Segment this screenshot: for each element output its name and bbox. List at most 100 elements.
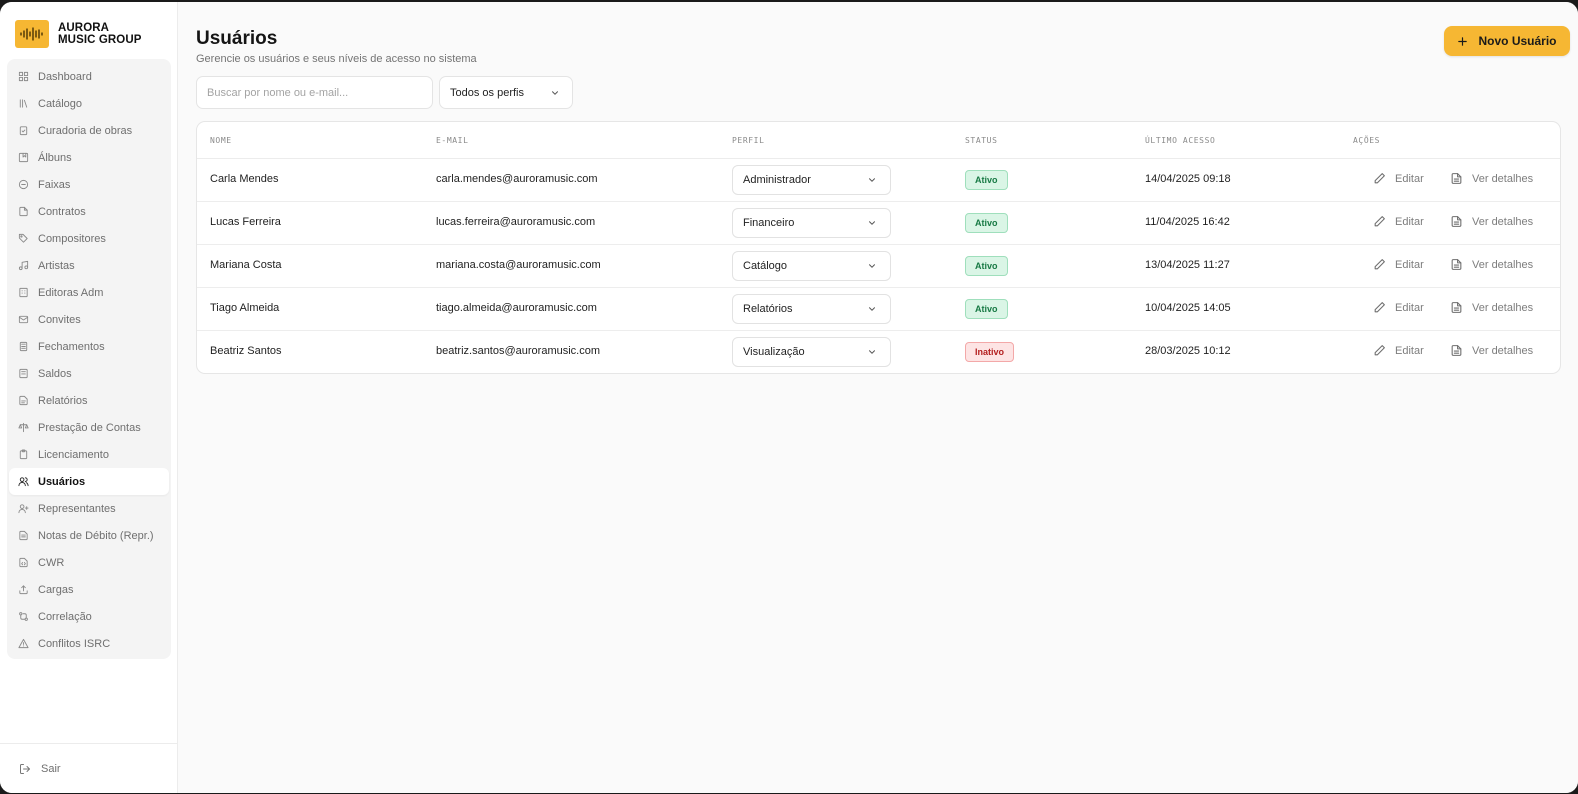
view-details-button[interactable]: Ver detalhes — [1450, 215, 1533, 228]
sidebar-item-albuns[interactable]: Álbuns — [7, 144, 171, 171]
document-icon — [1451, 173, 1462, 184]
sidebar-item-licenciamento[interactable]: Licenciamento — [7, 441, 171, 468]
logout-button[interactable]: Sair — [0, 743, 177, 793]
table-row: Lucas Ferreira lucas.ferreira@auroramusic… — [197, 202, 1560, 245]
last-access: 11/04/2025 16:42 — [1145, 216, 1230, 228]
sidebar-item-cargas[interactable]: Cargas — [7, 576, 171, 603]
edit-label: Editar — [1395, 301, 1424, 314]
last-access: 14/04/2025 09:18 — [1145, 173, 1231, 185]
user-name: Mariana Costa — [210, 259, 282, 271]
disc-icon — [18, 179, 29, 190]
view-details-button[interactable]: Ver detalhes — [1450, 172, 1533, 185]
music-note-icon — [18, 260, 29, 271]
sidebar-item-label: Álbuns — [38, 151, 72, 164]
role-select[interactable]: Financeiro — [732, 208, 891, 238]
sidebar-item-conflitos-isrc[interactable]: Conflitos ISRC — [7, 630, 171, 657]
status-badge: Ativo — [965, 299, 1008, 319]
sidebar-item-contratos[interactable]: Contratos — [7, 198, 171, 225]
view-details-button[interactable]: Ver detalhes — [1450, 344, 1533, 357]
user-email: lucas.ferreira@auroramusic.com — [436, 216, 596, 228]
edit-button[interactable]: Editar — [1373, 215, 1424, 228]
table-row: Mariana Costa mariana.costa@auroramusic.c… — [197, 245, 1560, 288]
pencil-icon — [1374, 345, 1385, 356]
role-select[interactable]: Catálogo — [732, 251, 891, 281]
sidebar-item-dashboard[interactable]: Dashboard — [7, 63, 171, 90]
column-header-nome: NOME — [210, 136, 232, 145]
sidebar-item-fechamentos[interactable]: Fechamentos — [7, 333, 171, 360]
view-details-button[interactable]: Ver detalhes — [1450, 301, 1533, 314]
users-table: NOME E-MAIL PERFIL STATUS ÚLTIMO ACESSO AÇÕES… — [196, 121, 1561, 374]
column-header-status: STATUS — [965, 136, 998, 145]
sidebar-item-saldos[interactable]: Saldos — [7, 360, 171, 387]
tag-icon — [18, 233, 28, 243]
edit-button[interactable]: Editar — [1373, 172, 1424, 185]
pencil-icon — [1374, 216, 1385, 227]
sidebar-item-usuarios[interactable]: Usuários — [9, 468, 169, 495]
sidebar-item-representantes[interactable]: Representantes — [7, 495, 171, 522]
sidebar-item-label: CWR — [38, 556, 65, 569]
sidebar-item-editoras-adm[interactable]: Editoras Adm — [7, 279, 171, 306]
last-access: 28/03/2025 10:12 — [1145, 345, 1231, 357]
sidebar-item-convites[interactable]: Convites — [7, 306, 171, 333]
user-email: tiago.almeida@auroramusic.com — [436, 302, 597, 314]
role-select[interactable]: Administrador — [732, 165, 891, 195]
sidebar-item-relatorios[interactable]: Relatórios — [7, 387, 171, 414]
chevron-down-icon — [869, 178, 875, 182]
user-name: Carla Mendes — [210, 173, 279, 185]
sidebar-item-label: Contratos — [38, 205, 86, 218]
document-icon — [1451, 345, 1462, 356]
sidebar-item-label: Relatórios — [38, 394, 88, 407]
chevron-down-icon — [869, 264, 875, 268]
edit-button[interactable]: Editar — [1373, 301, 1424, 314]
library-icon — [19, 99, 28, 108]
sidebar-item-label: Convites — [38, 313, 81, 326]
view-details-label: Ver detalhes — [1472, 344, 1534, 357]
sidebar-item-label: Artistas — [38, 259, 75, 272]
sidebar-item-catalogo[interactable]: Catálogo — [7, 90, 171, 117]
page-title: Usuários — [196, 28, 278, 49]
table-row: Carla Mendes carla.mendes@auroramusic.com… — [197, 159, 1560, 202]
brand-line-1: AURORA — [58, 21, 110, 34]
users-icon — [18, 477, 29, 487]
sidebar-item-label: Saldos — [38, 367, 72, 380]
edit-label: Editar — [1395, 344, 1424, 357]
brand[interactable]: AURORA MUSIC GROUP — [0, 2, 177, 54]
new-user-button[interactable]: Novo Usuário — [1444, 26, 1570, 56]
sidebar-item-label: Curadoria de obras — [38, 124, 133, 137]
role-value: Catálogo — [743, 260, 788, 272]
sidebar-item-faixas[interactable]: Faixas — [7, 171, 171, 198]
scale-icon — [18, 422, 29, 433]
sidebar-item-label: Fechamentos — [38, 340, 105, 353]
calculator-icon — [19, 341, 28, 352]
sidebar: AURORA MUSIC GROUP Dashboard Catálogo Cura… — [0, 2, 178, 793]
sidebar-item-artistas[interactable]: Artistas — [7, 252, 171, 279]
sidebar-item-notas-de-debito-repr[interactable]: Notas de Débito (Repr.) — [7, 522, 171, 549]
upload-icon — [19, 585, 28, 595]
view-details-button[interactable]: Ver detalhes — [1450, 258, 1533, 271]
view-details-label: Ver detalhes — [1472, 258, 1534, 271]
user-plus-icon — [18, 504, 29, 514]
status-badge: Inativo — [965, 342, 1015, 362]
file-icon — [19, 206, 28, 217]
main-content: Usuários Gerencie os usuários e seus nív… — [178, 2, 1578, 793]
role-select[interactable]: Visualização — [732, 337, 891, 367]
sidebar-item-correlacao[interactable]: Correlação — [7, 603, 171, 630]
sidebar-item-label: Editoras Adm — [38, 286, 104, 299]
receipt-icon — [19, 530, 28, 541]
column-header-e-mail: E-MAIL — [436, 136, 469, 145]
profile-filter-select[interactable]: Todos os perfis — [439, 76, 573, 109]
user-email: carla.mendes@auroramusic.com — [436, 173, 598, 185]
last-access: 10/04/2025 14:05 — [1145, 302, 1231, 314]
sidebar-item-prestacao-de-contas[interactable]: Prestação de Contas — [7, 414, 171, 441]
sidebar-item-compositores[interactable]: Compositores — [7, 225, 171, 252]
edit-button[interactable]: Editar — [1373, 344, 1424, 357]
sidebar-item-cwr[interactable]: CWR — [7, 549, 171, 576]
table-row: Tiago Almeida tiago.almeida@auroramusic.c… — [197, 288, 1560, 331]
status-badge: Ativo — [965, 213, 1008, 233]
clipboard-check-icon — [19, 126, 28, 136]
sidebar-item-label: Cargas — [38, 583, 74, 596]
edit-button[interactable]: Editar — [1373, 258, 1424, 271]
sidebar-item-curadoria-de-obras[interactable]: Curadoria de obras — [7, 117, 171, 144]
search-input[interactable] — [196, 76, 433, 109]
role-select[interactable]: Relatórios — [732, 294, 891, 324]
